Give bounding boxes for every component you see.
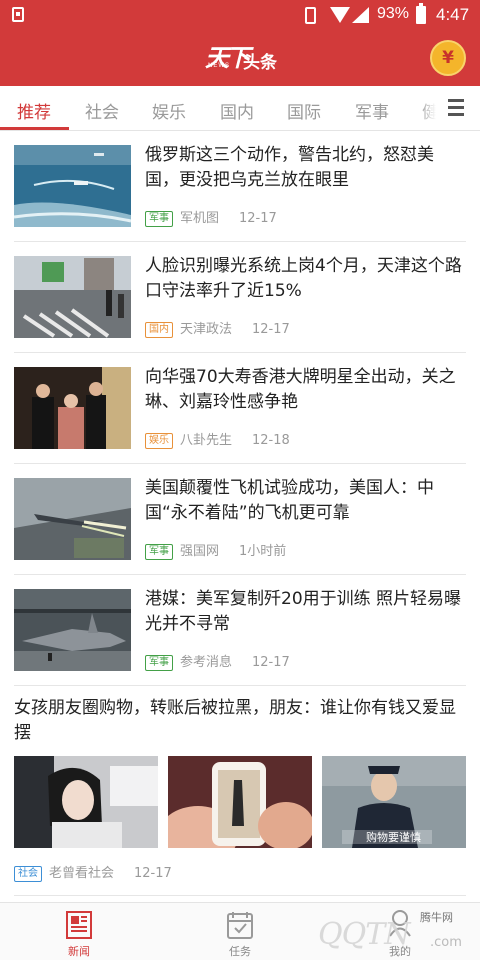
news-time: 12-18	[252, 433, 290, 448]
app-header: 93% 4:47 天下 头条 NEWS ¥	[0, 0, 480, 86]
sim-card-icon	[12, 7, 24, 22]
app-logo: 天下 头条 NEWS	[205, 38, 285, 78]
news-thumbnail	[14, 256, 131, 338]
tab-domestic[interactable]: 国内	[220, 98, 254, 123]
news-source: 参考消息	[180, 655, 233, 670]
news-thumbnail	[14, 367, 131, 449]
wifi-icon	[330, 7, 350, 23]
news-time: 1小时前	[239, 544, 287, 559]
news-item[interactable]: 人脸识别曝光系统上岗4个月，天津这个路口守法率升了近15% 国内 天津政法 12-1…	[14, 242, 466, 353]
menu-icon-bar	[448, 106, 464, 109]
nav-news[interactable]: 新闻	[34, 903, 124, 960]
news-title[interactable]: 俄罗斯这三个动作，警告北约，怒怼美国，更没把乌克兰放在眼里	[145, 143, 466, 193]
tab-international[interactable]: 国际	[287, 98, 321, 123]
watermark-logo: QQTN	[318, 917, 410, 952]
tabs-fade	[420, 86, 436, 130]
image-caption: 购物要谨慎	[366, 831, 421, 844]
news-source: 强国网	[180, 544, 220, 559]
tab-society[interactable]: 社会	[85, 98, 119, 123]
vibrate-icon	[305, 7, 316, 24]
news-source: 军机图	[180, 211, 220, 226]
news-image-2	[168, 756, 312, 848]
status-time: 4:47	[436, 5, 470, 24]
news-title[interactable]: 人脸识别曝光系统上岗4个月，天津这个路口守法率升了近15%	[145, 254, 466, 304]
category-badge: 军事	[145, 544, 173, 560]
channel-menu-button[interactable]	[436, 86, 480, 130]
cell-signal-icon	[352, 7, 369, 23]
category-badge: 国内	[145, 322, 173, 338]
menu-icon	[448, 99, 464, 102]
menu-icon-bar	[448, 113, 464, 116]
news-meta: 军事 强国网 1小时前	[145, 540, 287, 560]
news-item[interactable]: 美国颠覆性飞机试验成功，美国人：中国“永不着陆”的飞机更可靠 军事 强国网 1小时前	[14, 464, 466, 575]
nav-label: 新闻	[68, 945, 90, 958]
news-meta: 娱乐 八卦先生 12-18	[145, 429, 290, 449]
channel-tabs: 推荐 社会 娱乐 国内 国际 军事 健	[0, 86, 480, 131]
news-thumbnail	[14, 145, 131, 227]
news-title[interactable]: 港媒：美军复制歼20用于训练 照片轻易曝光并不寻常	[145, 587, 466, 637]
logo-text-small: 头条	[243, 53, 277, 73]
site-watermark: 腾牛网 QQTN .com	[270, 905, 475, 957]
category-badge: 军事	[145, 211, 173, 227]
coin-reward-button[interactable]: ¥	[430, 40, 466, 76]
news-thumbnail	[14, 589, 131, 671]
news-time: 12-17	[252, 655, 290, 670]
news-title[interactable]: 向华强70大寿香港大牌明星全出动，关之琳、刘嘉玲性感争艳	[145, 365, 466, 415]
news-meta: 军事 参考消息 12-17	[145, 651, 290, 671]
tab-recommend[interactable]: 推荐	[17, 98, 51, 123]
news-item[interactable]: 俄罗斯这三个动作，警告北约，怒怼美国，更没把乌克兰放在眼里 军事 军机图 12-17	[14, 131, 466, 242]
battery-icon	[416, 3, 426, 24]
news-source: 老曾看社会	[49, 866, 115, 881]
active-tab-indicator	[0, 127, 69, 130]
news-meta: 国内 天津政法 12-17	[145, 318, 290, 338]
news-time: 12-17	[239, 211, 277, 226]
logo-sub: NEWS	[208, 63, 230, 69]
news-title[interactable]: 女孩朋友圈购物，转账后被拉黑，朋友：谁让你有钱又爱显摆	[14, 696, 466, 746]
tab-entertainment[interactable]: 娱乐	[152, 98, 186, 123]
task-icon	[227, 912, 253, 939]
news-item[interactable]: 港媒：美军复制歼20用于训练 照片轻易曝光并不寻常 军事 参考消息 12-17	[14, 575, 466, 686]
news-item[interactable]: 向华强70大寿香港大牌明星全出动，关之琳、刘嘉玲性感争艳 娱乐 八卦先生 12-18	[14, 353, 466, 464]
news-image-3: 购物要谨慎	[322, 756, 466, 848]
watermark-com: .com	[430, 935, 462, 950]
watermark-small: 腾牛网	[420, 911, 453, 924]
yuan-coin-icon: ¥	[442, 48, 454, 68]
news-time: 12-17	[134, 866, 172, 881]
battery-percent: 93%	[377, 5, 410, 22]
news-time: 12-17	[252, 322, 290, 337]
news-source: 天津政法	[180, 322, 233, 337]
newspaper-icon	[66, 911, 92, 939]
news-image-1	[14, 756, 158, 848]
category-badge: 军事	[145, 655, 173, 671]
news-item-three-images[interactable]: 女孩朋友圈购物，转账后被拉黑，朋友：谁让你有钱又爱显摆 购物要谨慎 社会 老曾看…	[14, 684, 466, 896]
news-thumbnail	[14, 478, 131, 560]
status-bar: 93% 4:47	[0, 0, 480, 30]
category-badge: 娱乐	[145, 433, 173, 449]
news-source: 八卦先生	[180, 433, 233, 448]
news-title[interactable]: 美国颠覆性飞机试验成功，美国人：中国“永不着陆”的飞机更可靠	[145, 476, 466, 526]
news-meta: 社会 老曾看社会 12-17	[14, 862, 172, 882]
news-meta: 军事 军机图 12-17	[145, 207, 277, 227]
tab-military[interactable]: 军事	[355, 98, 389, 123]
category-badge: 社会	[14, 866, 42, 882]
